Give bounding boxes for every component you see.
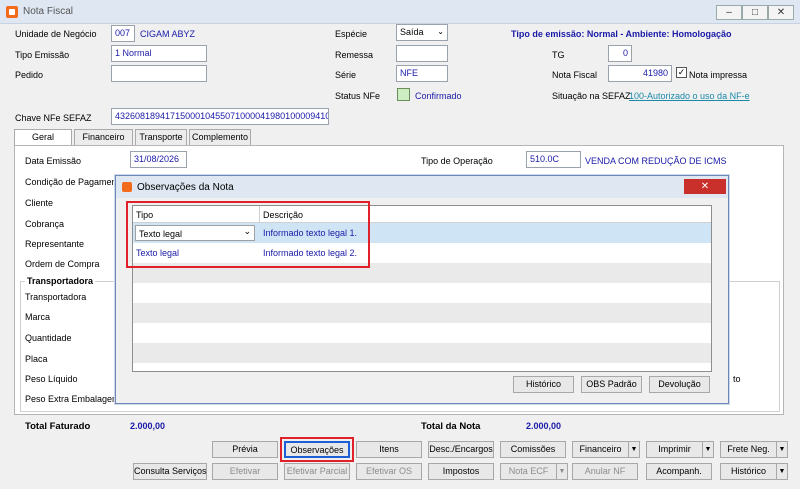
tipo-emissao-label: Tipo Emissão — [15, 50, 70, 60]
frete-neg-button[interactable]: Frete Neg. — [720, 441, 777, 458]
efetivar-button[interactable]: Efetivar — [212, 463, 278, 480]
serie-label: Série — [335, 70, 357, 80]
peso-extra-label: Peso Extra Embalagem — [25, 394, 120, 404]
window-titlebar: Nota Fiscal – □ ✕ — [0, 0, 800, 24]
total-faturado-label: Total Faturado — [25, 421, 91, 432]
devolucao-button[interactable]: Devolução — [649, 376, 710, 393]
tab-geral[interactable]: Geral — [14, 129, 72, 146]
tab-complemento[interactable]: Complemento — [189, 129, 251, 145]
dialog-titlebar: Observações da Nota ✕ — [116, 176, 728, 198]
dialog-title: Observações da Nota — [137, 182, 234, 193]
condicao-label: Condição de Pagamento — [25, 177, 125, 187]
impostos-button[interactable]: Impostos — [428, 463, 494, 480]
dialog-close-button[interactable]: ✕ — [684, 179, 726, 194]
tg-field[interactable]: 0 — [608, 45, 632, 62]
grid-highlight — [126, 201, 370, 268]
empty-row — [133, 303, 711, 323]
window-title: Nota Fiscal — [23, 6, 74, 17]
tipo-operacao-field[interactable]: 510.0C — [526, 151, 581, 168]
app-icon — [6, 6, 18, 18]
hidden-label-fragment: to — [733, 374, 741, 384]
unidade-label: Unidade de Negócio — [15, 29, 97, 39]
acompanh-button[interactable]: Acompanh. — [646, 463, 712, 480]
observacoes-dialog: Observações da Nota ✕ Tipo Descrição Tex… — [115, 175, 729, 404]
data-emissao-label: Data Emissão — [25, 156, 82, 166]
itens-button[interactable]: Itens — [356, 441, 422, 458]
unidade-code-field[interactable]: 007 — [111, 25, 135, 42]
financeiro-button[interactable]: Financeiro — [572, 441, 629, 458]
marca-label: Marca — [25, 312, 51, 322]
cobranca-label: Cobrança — [25, 219, 65, 229]
nota-fiscal-field[interactable]: 41980 — [608, 65, 672, 82]
representante-label: Representante — [25, 239, 85, 249]
nota-impressa-checkbox[interactable]: ✓ — [676, 67, 687, 78]
financeiro-dropdown-icon[interactable]: ▼ — [629, 441, 640, 458]
frete-dropdown-icon[interactable]: ▼ — [777, 441, 788, 458]
status-nfe-value: Confirmado — [415, 91, 462, 101]
tipo-operacao-desc: VENDA COM REDUÇÃO DE ICMS — [585, 156, 727, 166]
empty-row — [133, 323, 711, 343]
situacao-link[interactable]: 100-Autorizado o uso da NF-e — [629, 91, 750, 101]
nota-fiscal-label: Nota Fiscal — [552, 70, 598, 80]
historico-dropdown-icon[interactable]: ▼ — [777, 463, 788, 480]
data-emissao-field[interactable]: 31/08/2026 — [130, 151, 187, 168]
status-nfe-label: Status NFe — [335, 91, 381, 101]
efetivar-os-button[interactable]: Efetivar OS — [356, 463, 422, 480]
total-nota-label: Total da Nota — [421, 421, 481, 432]
serie-field[interactable]: NFE — [396, 65, 448, 82]
quantidade-label: Quantidade — [25, 333, 72, 343]
ordem-label: Ordem de Compra — [25, 259, 100, 269]
especie-value: Saída — [400, 27, 424, 37]
desc-encargos-button[interactable]: Desc./Encargos — [428, 441, 494, 458]
minimize-button[interactable]: – — [716, 5, 742, 20]
emissao-info: Tipo de emissão: Normal - Ambiente: Homo… — [511, 29, 732, 39]
total-nota-value: 2.000,00 — [526, 421, 562, 431]
anular-nf-button[interactable]: Anular NF — [572, 463, 638, 480]
maximize-button[interactable]: □ — [742, 5, 768, 20]
consulta-servicos-button[interactable]: Consulta Serviços — [133, 463, 207, 480]
placa-label: Placa — [25, 354, 48, 364]
tipo-operacao-label: Tipo de Operação — [421, 156, 493, 166]
empty-row — [133, 343, 711, 363]
nota-ecf-button[interactable]: Nota ECF — [500, 463, 557, 480]
close-button[interactable]: ✕ — [768, 5, 794, 20]
imprimir-button[interactable]: Imprimir — [646, 441, 703, 458]
transportadora-section-title: Transportadora — [25, 276, 96, 286]
nota-impressa-label: Nota impressa — [689, 70, 748, 80]
historico-button[interactable]: Histórico — [720, 463, 777, 480]
unidade-name: CIGAM ABYZ — [140, 29, 196, 39]
tg-label: TG — [552, 50, 565, 60]
tab-financeiro[interactable]: Financeiro — [74, 129, 133, 145]
especie-select[interactable]: Saída ⌄ — [396, 24, 448, 41]
dialog-historico-button[interactable]: Histórico — [513, 376, 574, 393]
efetivar-parcial-button[interactable]: Efetivar Parcial — [284, 463, 350, 480]
especie-label: Espécie — [335, 29, 368, 39]
cliente-label: Cliente — [25, 198, 54, 208]
chave-field[interactable]: 4326081894171500010455071000041980100009… — [111, 108, 329, 125]
chevron-down-icon: ⌄ — [437, 27, 444, 36]
situacao-label: Situação na SEFAZ — [552, 91, 631, 101]
remessa-label: Remessa — [335, 50, 374, 60]
obs-padrao-button[interactable]: OBS Padrão — [581, 376, 642, 393]
nota-ecf-dropdown-icon[interactable]: ▼ — [557, 463, 568, 480]
observacoes-highlight — [280, 437, 354, 462]
pedido-field[interactable] — [111, 65, 207, 82]
pedido-label: Pedido — [15, 70, 44, 80]
tipo-emissao-field[interactable]: 1 Normal — [111, 45, 207, 62]
transportadora-label: Transportadora — [25, 292, 87, 302]
imprimir-dropdown-icon[interactable]: ▼ — [703, 441, 714, 458]
remessa-field[interactable] — [396, 45, 448, 62]
dialog-app-icon — [122, 182, 132, 192]
comissoes-button[interactable]: Comissões — [500, 441, 566, 458]
tab-transporte[interactable]: Transporte — [135, 129, 187, 145]
empty-row — [133, 283, 711, 303]
status-indicator — [397, 88, 410, 101]
chave-label: Chave NFe SEFAZ — [15, 113, 92, 123]
peso-liquido-label: Peso Líquido — [25, 374, 78, 384]
previa-button[interactable]: Prévia — [212, 441, 278, 458]
total-faturado-value: 2.000,00 — [130, 421, 166, 431]
